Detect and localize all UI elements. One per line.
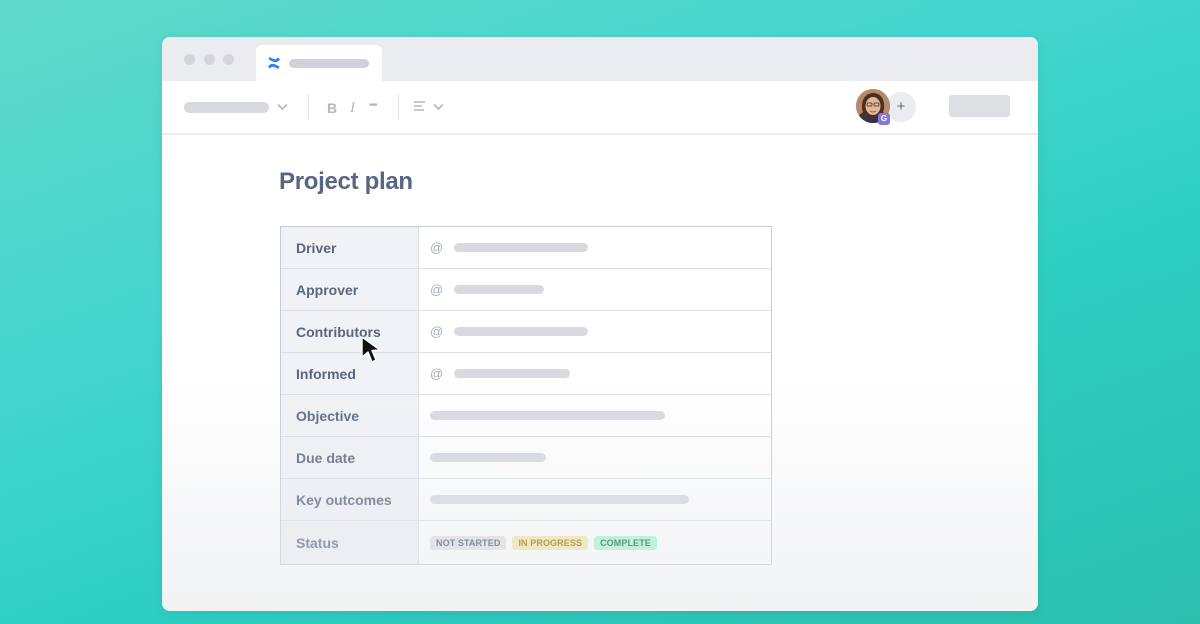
text-style-dropdown[interactable] xyxy=(184,102,269,113)
table-row: Objective xyxy=(281,395,771,437)
project-plan-table: Driver @ Approver @ Contributors @ Infor… xyxy=(280,226,772,565)
value-placeholder xyxy=(454,369,571,378)
status-lozenge-complete[interactable]: COMPLETE xyxy=(594,535,657,550)
chevron-down-icon[interactable] xyxy=(277,103,288,111)
add-collaborator-button[interactable]: + xyxy=(886,92,916,122)
row-label-due-date: Due date xyxy=(281,437,419,478)
table-row: Approver @ xyxy=(281,269,771,311)
status-lozenge-in-progress[interactable]: IN PROGRESS xyxy=(512,535,589,550)
value-placeholder xyxy=(430,495,689,504)
status-value[interactable]: NOT STARTED IN PROGRESS COMPLETE xyxy=(419,521,771,564)
value-placeholder xyxy=(454,327,589,336)
close-window-button[interactable] xyxy=(184,54,195,65)
objective-value[interactable] xyxy=(419,395,771,436)
table-row: Due date xyxy=(281,437,771,479)
driver-value[interactable]: @ xyxy=(419,227,771,268)
row-label-contributors: Contributors xyxy=(281,311,419,352)
page-title[interactable]: Project plan xyxy=(279,168,413,196)
mention-at-icon: @ xyxy=(430,282,444,297)
key-outcomes-value[interactable] xyxy=(419,479,771,520)
mention-at-icon: @ xyxy=(430,240,444,255)
browser-tab[interactable] xyxy=(256,45,382,81)
toolbar-divider xyxy=(398,94,399,120)
contributors-value[interactable]: @ xyxy=(419,311,771,352)
value-placeholder xyxy=(430,453,546,462)
title-bar xyxy=(162,37,1038,81)
value-placeholder xyxy=(454,285,545,294)
confluence-icon xyxy=(268,57,280,69)
minimize-window-button[interactable] xyxy=(204,54,215,65)
tab-title-placeholder xyxy=(289,59,369,68)
mention-at-icon: @ xyxy=(430,366,444,381)
table-row: Driver @ xyxy=(281,227,771,269)
publish-button[interactable] xyxy=(949,95,1010,117)
table-row: Status NOT STARTED IN PROGRESS COMPLETE xyxy=(281,521,771,564)
informed-value[interactable]: @ xyxy=(419,353,771,394)
avatar-badge: G xyxy=(878,113,890,125)
chevron-down-icon[interactable] xyxy=(433,103,444,111)
row-label-approver: Approver xyxy=(281,269,419,310)
mention-at-icon: @ xyxy=(430,324,444,339)
row-label-objective: Objective xyxy=(281,395,419,436)
toolbar-divider xyxy=(308,94,309,120)
more-formatting-button[interactable]: ••• xyxy=(369,99,377,113)
italic-button[interactable]: I xyxy=(350,101,355,116)
due-date-value[interactable] xyxy=(419,437,771,478)
row-label-informed: Informed xyxy=(281,353,419,394)
row-label-status: Status xyxy=(281,521,419,564)
maximize-window-button[interactable] xyxy=(223,54,234,65)
browser-window: B I ••• + G Project plan Driver @ Approv… xyxy=(162,37,1038,611)
table-row: Informed @ xyxy=(281,353,771,395)
row-label-key-outcomes: Key outcomes xyxy=(281,479,419,520)
status-lozenge-not-started[interactable]: NOT STARTED xyxy=(430,535,507,550)
bold-button[interactable]: B xyxy=(327,101,337,115)
mouse-pointer-icon xyxy=(361,336,381,363)
align-left-icon[interactable] xyxy=(413,100,426,112)
value-placeholder xyxy=(430,411,665,420)
approver-value[interactable]: @ xyxy=(419,269,771,310)
row-label-driver: Driver xyxy=(281,227,419,268)
editor-toolbar: B I ••• + G xyxy=(162,81,1038,135)
table-row: Key outcomes xyxy=(281,479,771,521)
table-row: Contributors @ xyxy=(281,311,771,353)
value-placeholder xyxy=(454,243,589,252)
